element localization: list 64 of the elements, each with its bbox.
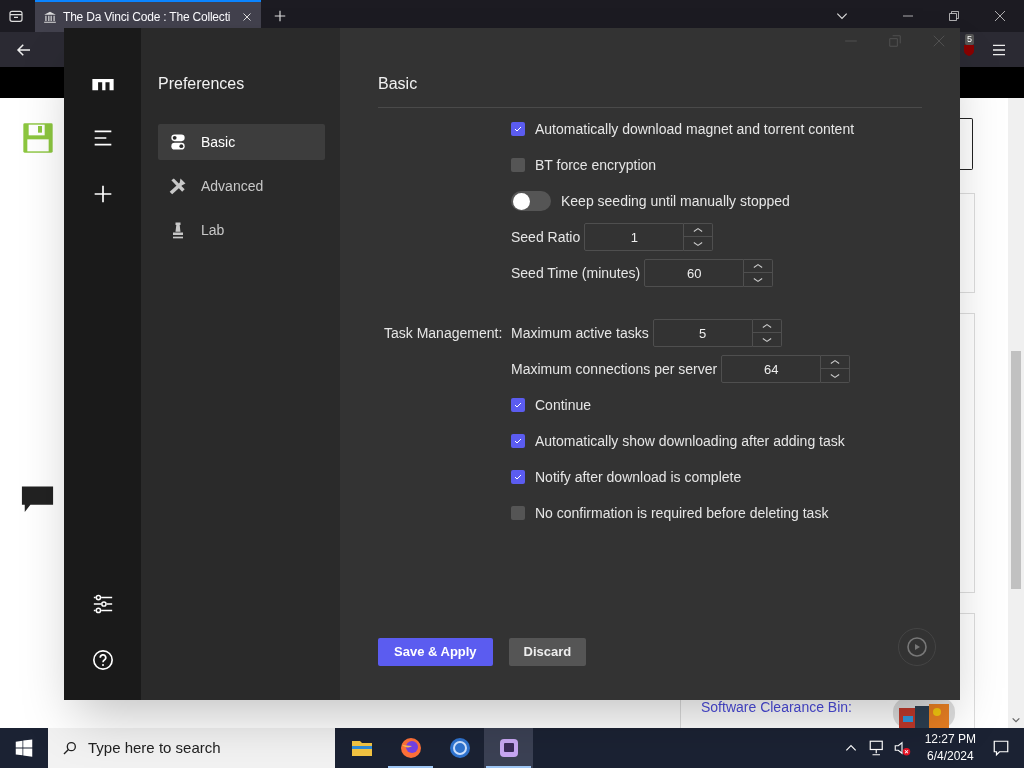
toggles-icon: [168, 132, 188, 152]
field-label: Maximum connections per server: [511, 359, 718, 379]
museum-icon: [43, 10, 57, 24]
group-label: Task Management:: [384, 323, 504, 343]
network-icon[interactable]: [867, 739, 886, 757]
scroll-down-icon[interactable]: [1011, 715, 1021, 725]
checkbox[interactable]: [511, 506, 525, 520]
number-field[interactable]: 64: [721, 355, 822, 383]
checkbox-label: Continue: [535, 395, 592, 415]
number-field[interactable]: 1: [584, 223, 685, 251]
switch-label: Keep seeding until manually stopped: [561, 191, 790, 211]
checkbox[interactable]: [511, 158, 525, 172]
windows-start-icon[interactable]: [15, 739, 33, 757]
checkbox-label: Automatically download magnet and torrent content: [535, 119, 855, 139]
section-title: Basic: [378, 74, 419, 94]
chevron-down-icon: [761, 335, 772, 344]
chevron-down-icon: [830, 371, 841, 380]
checkbox-label: No confirmation is required before deleting task: [535, 503, 829, 523]
search-input[interactable]: Type here to search: [88, 736, 328, 760]
checkbox-label: BT force encryption: [535, 155, 657, 175]
clock-time[interactable]: 12:27 PM: [924, 731, 976, 748]
checkbox[interactable]: [511, 122, 525, 136]
chevron-up-icon: [761, 322, 772, 330]
clock-date[interactable]: 6/4/2024: [926, 748, 974, 765]
plus-icon[interactable]: [92, 184, 113, 204]
volume-muted-icon[interactable]: [892, 739, 911, 757]
checkbox[interactable]: [511, 398, 525, 412]
toggle-switch[interactable]: [511, 191, 551, 211]
checkbox-label: Automatically show downloading after adding task: [535, 431, 845, 451]
help-icon[interactable]: [91, 649, 114, 671]
nav-item[interactable]: Lab: [158, 212, 325, 248]
sliders-icon[interactable]: [91, 593, 114, 615]
new-tab-icon[interactable]: [273, 9, 287, 23]
save-button[interactable]: Save & Apply: [378, 638, 493, 666]
checkbox[interactable]: [511, 470, 525, 484]
chevron-up-icon: [693, 226, 704, 234]
field-label: Maximum active tasks: [511, 323, 649, 343]
nav-item[interactable]: Basic: [158, 124, 325, 160]
tools-icon: [168, 176, 188, 196]
field-label: Seed Time (minutes): [511, 263, 641, 283]
taskbar-button[interactable]: [484, 728, 533, 768]
chevron-down-icon: [693, 239, 704, 248]
discard-button[interactable]: Discard: [508, 638, 587, 666]
count-badge: 5: [965, 33, 974, 45]
sidebar-title: Preferences: [158, 74, 246, 94]
chevron-up-icon: [830, 358, 841, 366]
tab-title: The Da Vinci Code : The Collecti: [63, 9, 232, 26]
field-label: Seed Ratio: [511, 227, 581, 247]
close-icon[interactable]: [241, 11, 253, 23]
nav-item[interactable]: Advanced: [158, 168, 325, 204]
scrollbar-thumb[interactable]: [1011, 351, 1021, 589]
page-link[interactable]: Software Clearance Bin:: [701, 697, 852, 718]
search-icon: [62, 740, 78, 756]
chevron-down-icon: [753, 275, 764, 284]
circle-globe-icon: [447, 736, 472, 760]
chevron-up-icon: [753, 262, 764, 270]
restore-icon[interactable]: [948, 10, 960, 22]
search-bar[interactable]: Type here to search: [48, 728, 335, 768]
notification-icon[interactable]: [992, 739, 1010, 757]
number-field[interactable]: 5: [652, 319, 753, 347]
tab-list-icon[interactable]: [8, 8, 24, 24]
number-field[interactable]: 60: [644, 259, 745, 287]
checkbox[interactable]: [511, 434, 525, 448]
checkbox-label: Notify after download is complete: [535, 467, 742, 487]
